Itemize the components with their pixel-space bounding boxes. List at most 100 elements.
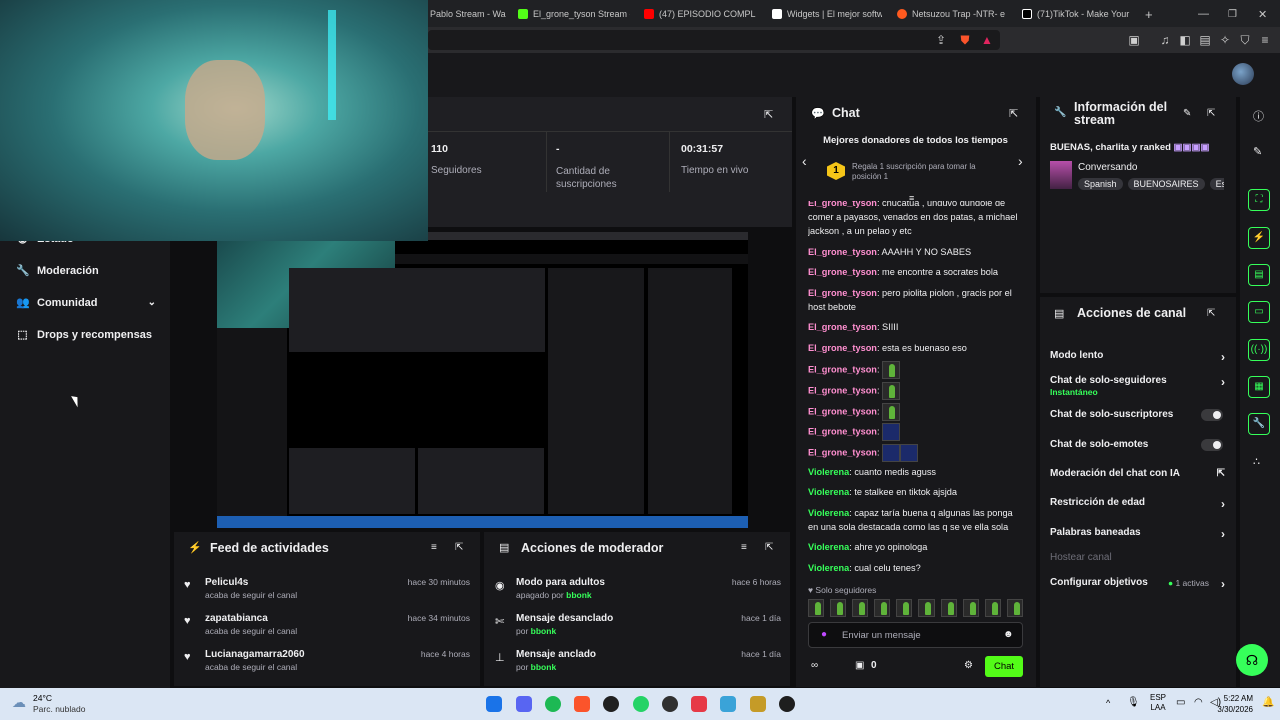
discord-icon[interactable] bbox=[516, 696, 532, 712]
popout-icon[interactable]: ⇱ bbox=[765, 542, 773, 553]
tag[interactable]: Es bbox=[1209, 178, 1224, 190]
vpn-icon[interactable]: ⛉ bbox=[1238, 33, 1252, 47]
wrench-icon[interactable]: 🔧 bbox=[1248, 413, 1270, 435]
minimize-button[interactable]: — bbox=[1198, 3, 1210, 25]
chat-username[interactable]: Violerena bbox=[808, 487, 849, 497]
popout-icon[interactable]: ⇱ bbox=[1207, 108, 1215, 119]
chat-username[interactable]: Violerena bbox=[808, 563, 849, 573]
toggle-switch[interactable] bbox=[1201, 409, 1223, 421]
fullscreen-icon[interactable]: ⛶ bbox=[1248, 189, 1270, 211]
chat-username[interactable]: El_grone_tyson bbox=[808, 343, 877, 353]
avatar[interactable] bbox=[1232, 63, 1254, 85]
chat-username[interactable]: El_grone_tyson bbox=[808, 267, 877, 277]
document-icon[interactable]: ▤ bbox=[1248, 264, 1270, 286]
browser-tab[interactable]: Widgets | El mejor softwa bbox=[772, 3, 882, 25]
capcut-icon[interactable] bbox=[779, 696, 795, 712]
new-tab-button[interactable]: + bbox=[1145, 3, 1157, 25]
maximize-button[interactable]: ❐ bbox=[1228, 3, 1240, 25]
obs-icon[interactable] bbox=[603, 696, 619, 712]
reader-icon[interactable]: ▣ bbox=[1127, 33, 1141, 47]
chevron-right-icon[interactable]: › bbox=[1018, 153, 1023, 169]
emoji-icon[interactable]: ☻ bbox=[1003, 629, 1014, 640]
chat-send-button[interactable]: Chat bbox=[985, 656, 1023, 677]
leo-icon[interactable]: ✧ bbox=[1218, 33, 1232, 47]
browser-tab[interactable]: El_grone_tyson Stream - W bbox=[518, 3, 630, 25]
start-icon[interactable] bbox=[486, 696, 502, 712]
mod-action-user[interactable]: bbonk bbox=[566, 590, 592, 600]
support-button[interactable]: ☊ bbox=[1236, 644, 1268, 676]
microphone-icon[interactable]: ● bbox=[821, 629, 827, 640]
popout-icon[interactable]: ⇱ bbox=[1009, 107, 1018, 120]
kicks-icon[interactable]: ∞ bbox=[811, 660, 818, 671]
filter-icon[interactable]: ≡ bbox=[431, 542, 437, 553]
emote-icon[interactable] bbox=[918, 599, 935, 617]
popout-icon[interactable]: ⇱ bbox=[455, 542, 463, 553]
chevron-left-icon[interactable]: ‹ bbox=[802, 153, 807, 169]
chat-username[interactable]: Violerena bbox=[808, 542, 849, 552]
chevron-up-icon[interactable]: ^ bbox=[1106, 698, 1110, 708]
emote-icon[interactable] bbox=[940, 599, 957, 617]
menu-icon[interactable]: ≡ bbox=[1258, 33, 1272, 47]
popout-icon[interactable]: ⇱ bbox=[764, 108, 773, 121]
brave-icon[interactable] bbox=[574, 696, 590, 712]
kicks-icon[interactable]: ∴ bbox=[1253, 455, 1260, 468]
wifi-icon[interactable]: ◠ bbox=[1194, 697, 1203, 708]
notification-icon[interactable]: 🔔 bbox=[1262, 697, 1274, 708]
mod-action-user[interactable]: bbonk bbox=[531, 662, 557, 672]
emote-icon[interactable] bbox=[852, 599, 869, 617]
clock[interactable]: 5:22 AM 3/30/2026 bbox=[1213, 693, 1253, 715]
spotify-icon[interactable] bbox=[545, 696, 561, 712]
url-field[interactable] bbox=[428, 30, 1000, 50]
channel-action-item[interactable]: Palabras baneadas › bbox=[1050, 527, 1225, 541]
browser-tab[interactable]: (47) EPISODIO COMPLETO bbox=[644, 3, 756, 25]
emote-icon[interactable] bbox=[808, 599, 825, 617]
chat-username[interactable]: Violerena bbox=[808, 467, 849, 477]
emote-icon[interactable] bbox=[874, 599, 891, 617]
emote-icon[interactable] bbox=[962, 599, 979, 617]
media-player-icon[interactable] bbox=[662, 696, 678, 712]
chat-username[interactable]: El_grone_tyson bbox=[808, 322, 877, 332]
info-icon[interactable]: ⓘ bbox=[1253, 108, 1264, 124]
rewards-icon[interactable]: ▲ bbox=[980, 33, 994, 47]
edit-icon[interactable]: ✎ bbox=[1183, 108, 1191, 119]
lightning-icon[interactable]: ⚡ bbox=[1248, 227, 1270, 249]
tag[interactable]: BUENOSAIRES bbox=[1127, 178, 1205, 190]
browser-tab[interactable]: Netsuzou Trap -NTR- en E bbox=[897, 3, 1005, 25]
stream-preview[interactable] bbox=[217, 232, 748, 528]
league-icon[interactable] bbox=[750, 696, 766, 712]
tag[interactable]: Spanish bbox=[1078, 178, 1123, 190]
chat-username[interactable]: El_grone_tyson bbox=[808, 364, 877, 374]
mod-action-user[interactable]: bbonk bbox=[531, 626, 557, 636]
settings-icon[interactable]: ⚙ bbox=[964, 660, 973, 671]
chat-username[interactable]: El_grone_tyson bbox=[808, 385, 877, 395]
chat-username[interactable]: El_grone_tyson bbox=[808, 447, 877, 457]
whatsapp-icon[interactable] bbox=[633, 696, 649, 712]
chat-username[interactable]: El_grone_tyson bbox=[808, 406, 877, 416]
app-icon[interactable] bbox=[720, 696, 736, 712]
emote-icon[interactable] bbox=[830, 599, 847, 617]
sidebar-icon[interactable]: ◧ bbox=[1178, 33, 1192, 47]
close-button[interactable]: ✕ bbox=[1258, 3, 1270, 25]
browser-tab[interactable]: (71)TikTok - Make Your Da bbox=[1022, 3, 1132, 25]
channel-action-item[interactable]: Chat de solo-suscriptores bbox=[1050, 409, 1225, 421]
chat-input[interactable]: ● Enviar un mensaje ☻ bbox=[808, 622, 1023, 648]
filter-icon[interactable]: ≡ bbox=[741, 542, 747, 553]
chat-username[interactable]: Violerena bbox=[808, 508, 849, 518]
emote-icon[interactable] bbox=[1006, 599, 1023, 617]
channel-action-item[interactable]: Chat de solo-seguidores Instantáneo › bbox=[1050, 375, 1225, 397]
wallet-icon[interactable]: ▤ bbox=[1198, 33, 1212, 47]
channel-action-item[interactable]: Restricción de edad › bbox=[1050, 497, 1225, 511]
edit-icon[interactable]: ✎ bbox=[1253, 145, 1262, 158]
share-icon[interactable]: ⇪ bbox=[934, 33, 948, 47]
network-icon[interactable]: ▭ bbox=[1176, 697, 1185, 708]
emote-icon[interactable] bbox=[896, 599, 913, 617]
channel-action-item[interactable]: Moderación del chat con IA ⇱ bbox=[1050, 468, 1225, 479]
channel-action-item[interactable]: Modo lento › bbox=[1050, 350, 1225, 364]
emote-icon[interactable] bbox=[984, 599, 1001, 617]
browser-tab[interactable]: Pablo Stream - Wa bbox=[430, 3, 506, 25]
nav-item-moderacion[interactable]: 🔧 Moderación bbox=[16, 264, 99, 278]
toggle-switch[interactable] bbox=[1201, 439, 1223, 451]
music-icon[interactable]: ♫ bbox=[1158, 33, 1172, 47]
chat-username[interactable]: El_grone_tyson bbox=[808, 288, 877, 298]
chat-bubble-icon[interactable]: ▭ bbox=[1248, 301, 1270, 323]
